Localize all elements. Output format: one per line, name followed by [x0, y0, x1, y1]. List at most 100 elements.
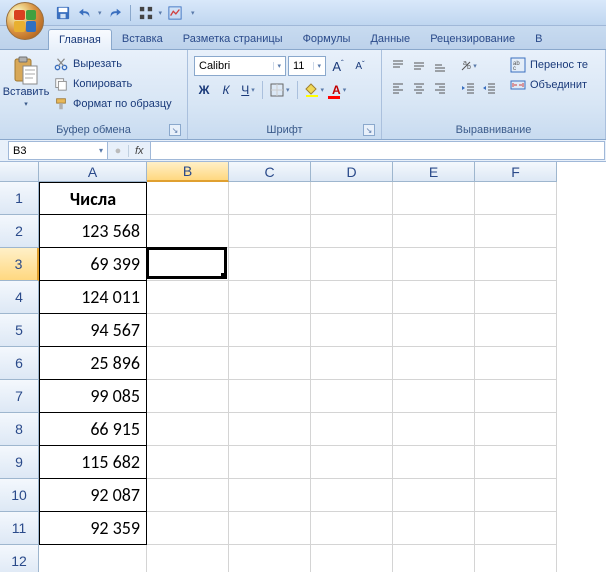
increase-indent-button[interactable]	[479, 78, 499, 98]
cell-D4[interactable]	[311, 281, 393, 314]
cell-C7[interactable]	[229, 380, 311, 413]
cell-F11[interactable]	[475, 512, 557, 545]
tab-5[interactable]: Рецензирование	[420, 29, 525, 49]
cell-F6[interactable]	[475, 347, 557, 380]
cell-D8[interactable]	[311, 413, 393, 446]
fx-button[interactable]: fx	[128, 145, 150, 157]
cell-C3[interactable]	[229, 248, 311, 281]
cell-F12[interactable]	[475, 545, 557, 572]
cell-F2[interactable]	[475, 215, 557, 248]
cell-B9[interactable]	[147, 446, 229, 479]
cell-E8[interactable]	[393, 413, 475, 446]
row-header-8[interactable]: 8	[0, 413, 39, 446]
cell-B5[interactable]	[147, 314, 229, 347]
select-all-corner[interactable]	[0, 162, 39, 182]
cell-A7[interactable]: 99 085	[39, 380, 147, 413]
col-header-B[interactable]: B	[147, 162, 229, 182]
cell-A1[interactable]: Числа	[39, 182, 147, 215]
shrink-font-button[interactable]: Aˇ	[350, 56, 370, 76]
office-button[interactable]	[6, 2, 44, 40]
row-header-3[interactable]: 3	[0, 248, 39, 281]
cell-E7[interactable]	[393, 380, 475, 413]
cell-E6[interactable]	[393, 347, 475, 380]
cell-B1[interactable]	[147, 182, 229, 215]
cell-B8[interactable]	[147, 413, 229, 446]
cell-F8[interactable]	[475, 413, 557, 446]
cell-E12[interactable]	[393, 545, 475, 572]
align-top-button[interactable]	[388, 56, 408, 76]
cell-B7[interactable]	[147, 380, 229, 413]
tab-6[interactable]: В	[525, 29, 552, 49]
orientation-button[interactable]: ab▾	[458, 56, 478, 76]
cell-C1[interactable]	[229, 182, 311, 215]
cell-B4[interactable]	[147, 281, 229, 314]
row-header-6[interactable]: 6	[0, 347, 39, 380]
cell-A4[interactable]: 124 011	[39, 281, 147, 314]
merge-cells-button[interactable]: Объединит	[508, 76, 590, 94]
cell-F9[interactable]	[475, 446, 557, 479]
cell-D1[interactable]	[311, 182, 393, 215]
cell-C9[interactable]	[229, 446, 311, 479]
cell-D3[interactable]	[311, 248, 393, 281]
cell-D5[interactable]	[311, 314, 393, 347]
cell-E10[interactable]	[393, 479, 475, 512]
formula-input[interactable]	[151, 141, 605, 160]
row-header-1[interactable]: 1	[0, 182, 39, 215]
paste-button[interactable]: Вставить ▾	[4, 52, 48, 109]
cell-F4[interactable]	[475, 281, 557, 314]
row-header-11[interactable]: 11	[0, 512, 39, 545]
cell-E5[interactable]	[393, 314, 475, 347]
tab-1[interactable]: Вставка	[112, 29, 173, 49]
cell-E9[interactable]	[393, 446, 475, 479]
font-name-combo[interactable]: Calibri ▾	[194, 56, 286, 76]
redo-button[interactable]	[106, 4, 124, 22]
tab-0[interactable]: Главная	[48, 29, 112, 50]
col-header-E[interactable]: E	[393, 162, 475, 182]
cell-F10[interactable]	[475, 479, 557, 512]
cell-C12[interactable]	[229, 545, 311, 572]
row-header-7[interactable]: 7	[0, 380, 39, 413]
worksheet-grid[interactable]: ABCDEF 123456789101112 Числа123 56869 39…	[0, 162, 606, 572]
cancel-formula-button[interactable]: ●	[108, 142, 128, 159]
align-bottom-button[interactable]	[430, 56, 450, 76]
font-launcher[interactable]: ↘	[363, 124, 375, 136]
cell-A5[interactable]: 94 567	[39, 314, 147, 347]
row-header-5[interactable]: 5	[0, 314, 39, 347]
qat-custom-1[interactable]	[137, 4, 155, 22]
col-header-D[interactable]: D	[311, 162, 393, 182]
grow-font-button[interactable]: Aˆ	[328, 56, 348, 76]
cut-button[interactable]: Вырезать	[50, 55, 175, 73]
row-header-12[interactable]: 12	[0, 545, 39, 572]
font-color-button[interactable]: A	[329, 80, 349, 100]
cell-E11[interactable]	[393, 512, 475, 545]
cell-D10[interactable]	[311, 479, 393, 512]
row-header-9[interactable]: 9	[0, 446, 39, 479]
wrap-text-button[interactable]: abc Перенос те	[508, 56, 590, 74]
cell-D6[interactable]	[311, 347, 393, 380]
cell-E4[interactable]	[393, 281, 475, 314]
cell-C8[interactable]	[229, 413, 311, 446]
cell-D11[interactable]	[311, 512, 393, 545]
save-button[interactable]	[54, 4, 72, 22]
cell-E2[interactable]	[393, 215, 475, 248]
cell-D2[interactable]	[311, 215, 393, 248]
cell-F7[interactable]	[475, 380, 557, 413]
tab-2[interactable]: Разметка страницы	[173, 29, 293, 49]
bold-button[interactable]: Ж	[194, 80, 214, 100]
font-size-combo[interactable]: 11 ▾	[288, 56, 326, 76]
col-header-A[interactable]: A	[39, 162, 147, 182]
cell-B2[interactable]	[147, 215, 229, 248]
cell-A6[interactable]: 25 896	[39, 347, 147, 380]
cell-A11[interactable]: 92 359	[39, 512, 147, 545]
cells-area[interactable]: Числа123 56869 399124 01194 56725 89699 …	[39, 182, 557, 572]
borders-button[interactable]	[267, 80, 293, 100]
qat-custom-2[interactable]	[166, 4, 184, 22]
col-header-F[interactable]: F	[475, 162, 557, 182]
cell-B10[interactable]	[147, 479, 229, 512]
decrease-indent-button[interactable]	[458, 78, 478, 98]
copy-button[interactable]: Копировать	[50, 75, 175, 93]
undo-button[interactable]	[76, 4, 94, 22]
align-left-button[interactable]	[388, 78, 408, 98]
format-painter-button[interactable]: Формат по образцу	[50, 95, 175, 113]
cell-A9[interactable]: 115 682	[39, 446, 147, 479]
